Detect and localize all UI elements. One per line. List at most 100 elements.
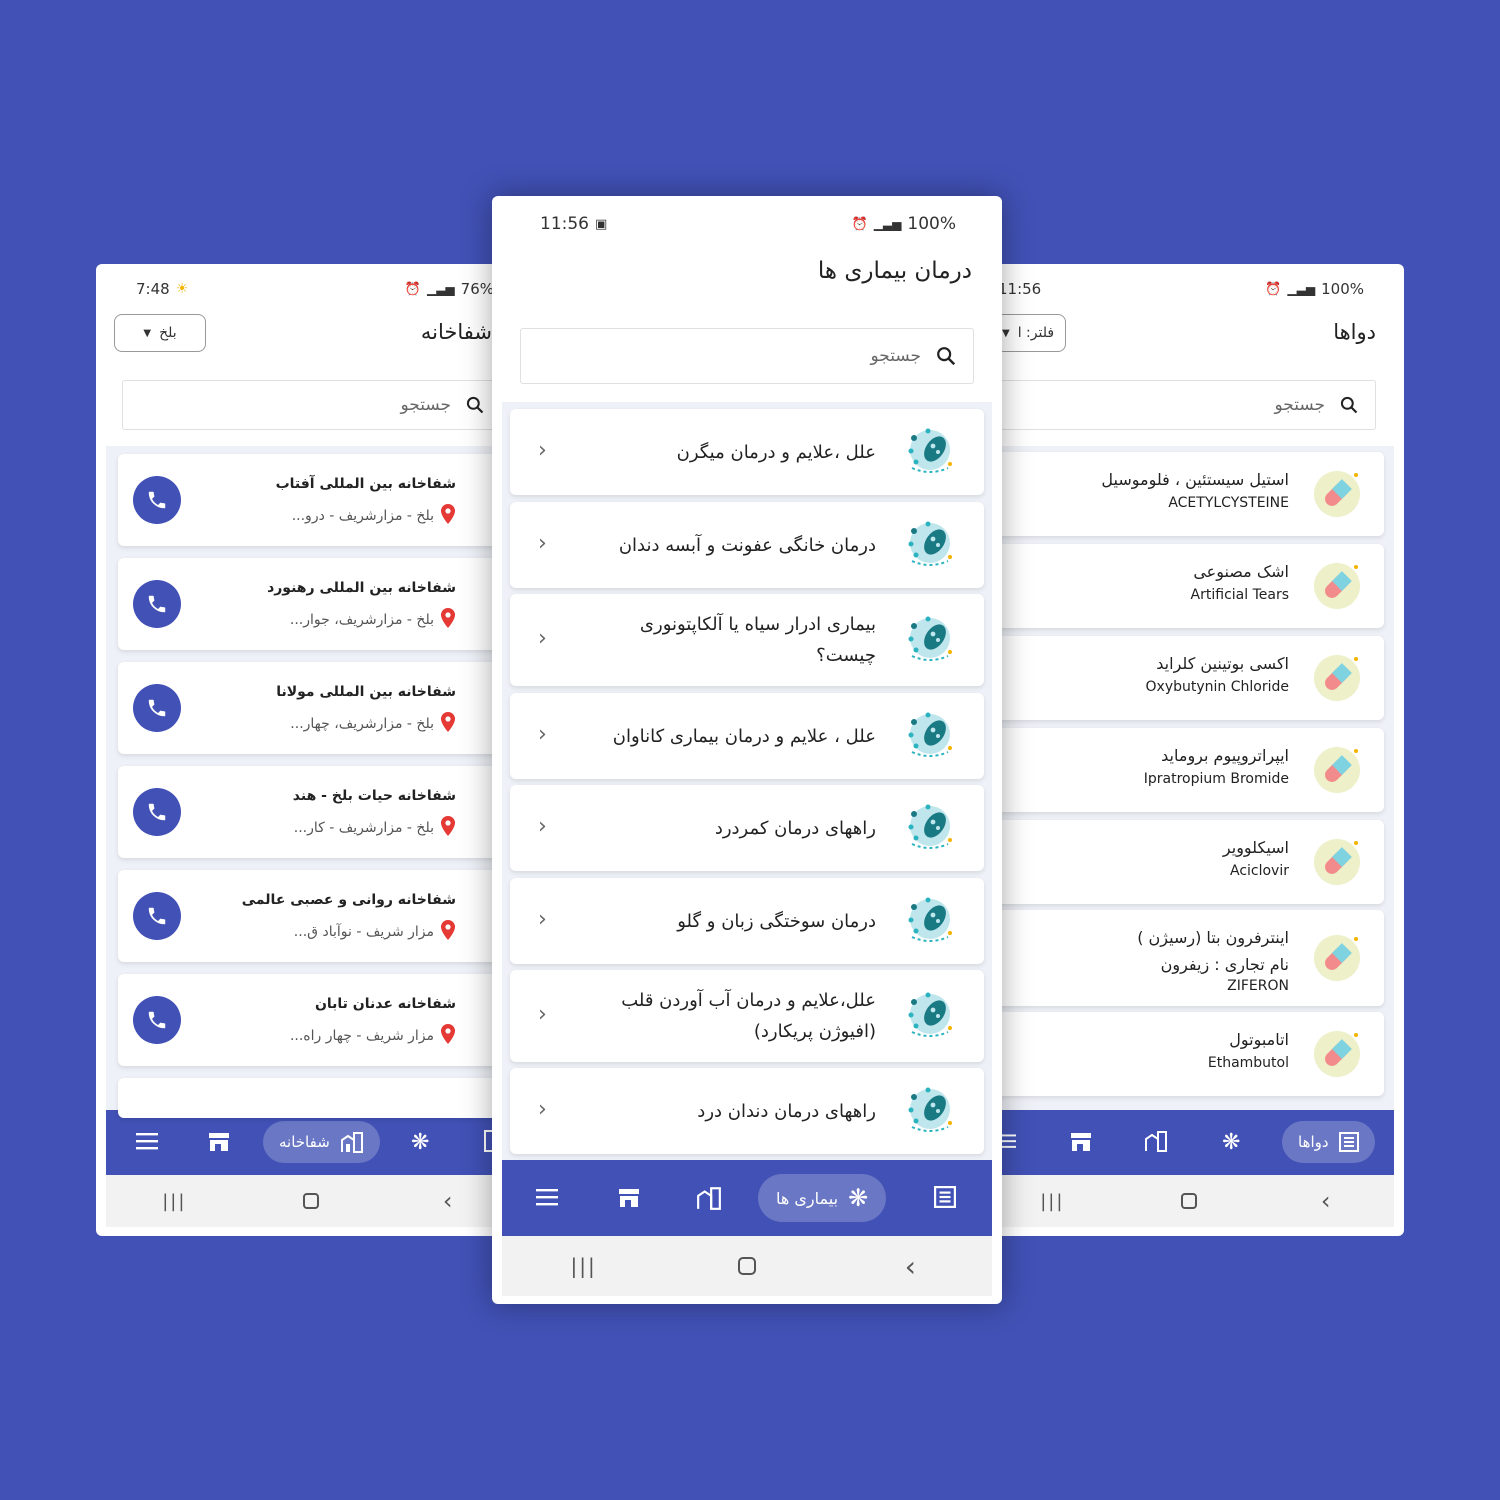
- dropdown-value: فلتر: ا: [1017, 325, 1055, 341]
- drug-card[interactable]: اسیکلوویر Aciclovir: [984, 820, 1384, 904]
- hospital-card[interactable]: شفاخانه حیات بلخ - هند بلخ - مزارشریف - ک…: [118, 766, 516, 858]
- search-placeholder: جستجو: [870, 346, 921, 366]
- drug-name-en: ZIFERON: [1227, 978, 1289, 994]
- disease-title: بیماری ادرار سیاه یا آلکاپتونوری چیست؟: [576, 609, 876, 671]
- hospital-card[interactable]: شفاخانه بین المللی رهنورد بلخ - مزارشریف،…: [118, 558, 516, 650]
- disease-card[interactable]: راههای درمان دندان درد ‹: [510, 1068, 984, 1154]
- chevron-left-icon[interactable]: ‹: [538, 626, 547, 651]
- home-button[interactable]: [251, 1193, 371, 1209]
- back-button[interactable]: ‹: [850, 1250, 970, 1283]
- search-field[interactable]: جستجو: [990, 380, 1376, 430]
- status-time: 11:56: [540, 214, 589, 234]
- recents-button[interactable]: |||: [524, 1254, 644, 1278]
- disease-card[interactable]: علل ،علایم و درمان میگرن ‹: [510, 409, 984, 495]
- hospital-building-icon[interactable]: [1144, 1130, 1168, 1152]
- status-bar: 11:56: [998, 280, 1041, 298]
- battery-level: 100%: [907, 214, 956, 234]
- hospital-card[interactable]: شفاخانه بین المللی آفتاب بلخ - مزارشریف -…: [118, 454, 516, 546]
- province-dropdown[interactable]: بلخ ▼: [114, 314, 206, 352]
- drug-name-en: Oxybutynin Chloride: [1145, 679, 1289, 695]
- nav-diseases[interactable]: بیماری ها ❋: [758, 1174, 887, 1222]
- status-bar: 7:48 ☀: [136, 280, 188, 298]
- pill-icon: [1312, 933, 1362, 987]
- nav-drugs[interactable]: دواها: [1282, 1121, 1375, 1163]
- search-field[interactable]: جستجو: [520, 328, 974, 384]
- drug-name-fa: ایپراتروپیوم بروماید: [1161, 746, 1289, 765]
- drug-name-fa: اشک مصنوعی: [1193, 562, 1289, 581]
- chevron-left-icon[interactable]: ‹: [538, 438, 547, 463]
- disease-card[interactable]: راههای درمان کمردرد ‹: [510, 785, 984, 871]
- system-nav-bar: ||| ‹: [502, 1236, 992, 1296]
- disease-card[interactable]: بیماری ادرار سیاه یا آلکاپتونوری چیست؟ ‹: [510, 594, 984, 686]
- store-icon[interactable]: [1070, 1132, 1092, 1152]
- hospital-address: مزار شریف - نوآباد ق...: [294, 920, 456, 944]
- chevron-left-icon[interactable]: ‹: [538, 907, 547, 932]
- list-icon[interactable]: [934, 1186, 956, 1208]
- search-placeholder: جستجو: [400, 395, 451, 415]
- disease-title: راههای درمان دندان درد: [576, 1096, 876, 1127]
- location-pin-icon: [440, 816, 456, 840]
- drug-name-en: Artificial Tears: [1190, 587, 1289, 603]
- drug-card[interactable]: ایپراتروپیوم بروماید Ipratropium Bromide: [984, 728, 1384, 812]
- drug-card[interactable]: استیل سیستئین ، فلوموسیل ACETYLCYSTEINE: [984, 452, 1384, 536]
- chevron-left-icon[interactable]: ‹: [538, 1002, 547, 1027]
- chevron-left-icon[interactable]: ‹: [538, 814, 547, 839]
- pill-icon: [1312, 469, 1362, 523]
- call-button[interactable]: [133, 684, 181, 732]
- call-button[interactable]: [133, 892, 181, 940]
- signal-icon: ▁▃▅: [873, 217, 902, 231]
- search-icon: [1340, 396, 1358, 414]
- nav-hospitals[interactable]: شفاخانه: [263, 1121, 380, 1163]
- hospital-name: شفاخانه بین المللی آفتاب: [275, 476, 456, 492]
- back-button[interactable]: ‹: [388, 1187, 508, 1215]
- menu-icon[interactable]: [536, 1188, 558, 1206]
- drugs-screen: 11:56 ⏰ ▁▃▅ 100% فلتر: ا ▼ دواها جستجو ❋…: [984, 264, 1404, 1236]
- store-icon[interactable]: [618, 1188, 640, 1208]
- disease-title-line1: علل،علایم و درمان آب آوردن قلب: [621, 990, 876, 1011]
- disease-card[interactable]: علل،علایم و درمان آب آوردن قلب (افیوژن پر…: [510, 970, 984, 1062]
- virus-icon[interactable]: ❋: [411, 1130, 429, 1155]
- hospital-card[interactable]: شفاخانه عدنان تابان مزار شریف - چهار راه.…: [118, 974, 516, 1066]
- page-title: دواها: [1333, 320, 1376, 344]
- home-button[interactable]: [687, 1257, 807, 1275]
- store-icon[interactable]: [208, 1132, 230, 1152]
- status-icons: ⏰ ▁▃▅ 100%: [852, 214, 956, 234]
- chevron-left-icon[interactable]: ‹: [538, 1097, 547, 1122]
- drug-card[interactable]: اتامبوتول Ethambutol: [984, 1012, 1384, 1096]
- disease-title-line1: بیماری ادرار سیاه یا آلکاپتونوری: [639, 614, 876, 635]
- search-field[interactable]: جستجو: [122, 380, 502, 430]
- back-button[interactable]: ‹: [1266, 1187, 1386, 1215]
- pill-icon: [1312, 745, 1362, 799]
- status-icons: ⏰ ▁▃▅ 76%: [405, 280, 494, 298]
- drug-name-fa: اینترفرون بتا (رسیژن ): [1137, 928, 1289, 947]
- disease-card[interactable]: درمان سوختگی زبان و گلو ‹: [510, 878, 984, 964]
- chevron-left-icon[interactable]: ‹: [538, 722, 547, 747]
- virus-icon[interactable]: ❋: [1222, 1130, 1240, 1155]
- disease-title-line1: درمان سوختگی زبان و گلو: [677, 910, 876, 932]
- address-text: مزار شریف - چهار راه...: [289, 1028, 434, 1044]
- call-button[interactable]: [133, 580, 181, 628]
- signal-icon: ▁▃▅: [1287, 282, 1316, 296]
- chevron-left-icon[interactable]: ‹: [538, 531, 547, 556]
- hospital-card-partial[interactable]: [118, 1078, 516, 1118]
- hospital-card[interactable]: شفاخانه بین المللی مولانا بلخ - مزارشریف،…: [118, 662, 516, 754]
- recents-button[interactable]: |||: [114, 1191, 234, 1212]
- disease-card[interactable]: درمان خانگی عفونت و آبسه دندان ‹: [510, 502, 984, 588]
- hospital-address: بلخ - مزارشریف، چهار...: [290, 712, 456, 736]
- recents-button[interactable]: |||: [992, 1191, 1112, 1212]
- drug-card[interactable]: اشک مصنوعی Artificial Tears: [984, 544, 1384, 628]
- hospital-address: بلخ - مزارشریف - درو...: [292, 504, 456, 528]
- call-button[interactable]: [133, 996, 181, 1044]
- hospital-card[interactable]: شفاخانه روانی و عصبی عالمی مزار شریف - نو…: [118, 870, 516, 962]
- hospital-building-icon[interactable]: [696, 1186, 722, 1210]
- address-text: بلخ - مزارشریف، چهار...: [290, 716, 434, 732]
- disease-title-line2: چیست؟: [816, 645, 876, 666]
- drug-card[interactable]: اینترفرون بتا (رسیژن ) نام تجاری : زیفرون…: [984, 910, 1384, 1006]
- menu-icon[interactable]: [136, 1132, 158, 1150]
- call-button[interactable]: [133, 788, 181, 836]
- drug-card[interactable]: اکسی بوتینین کلراید Oxybutynin Chloride: [984, 636, 1384, 720]
- call-button[interactable]: [133, 476, 181, 524]
- disease-card[interactable]: علل ، علایم و درمان بیماری کاناوان ‹: [510, 693, 984, 779]
- home-button[interactable]: [1129, 1193, 1249, 1209]
- germ-icon: [902, 893, 958, 953]
